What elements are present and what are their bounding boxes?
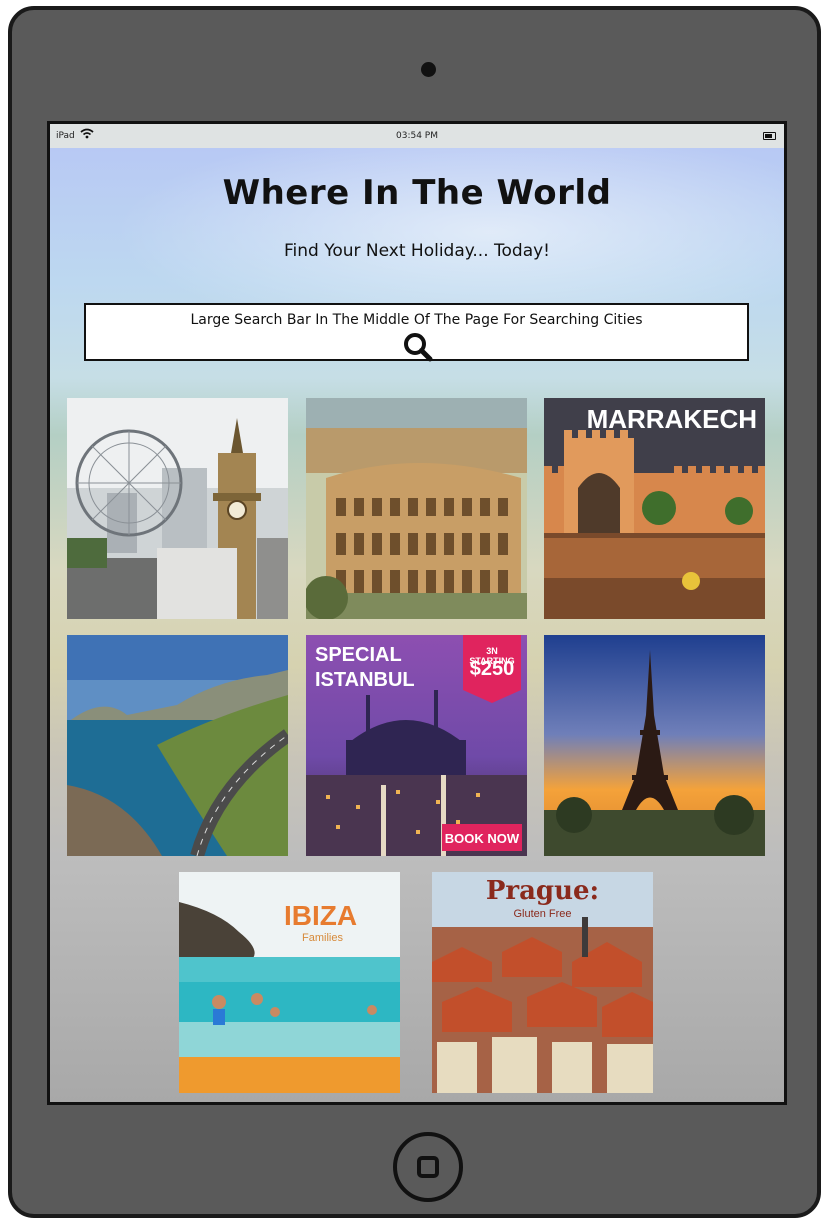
destination-paris[interactable]: [544, 635, 765, 856]
search-placeholder: Large Search Bar In The Middle Of The Pa…: [190, 312, 643, 328]
destination-london[interactable]: [67, 398, 288, 619]
rome-image: [306, 398, 527, 619]
cape-town-image: [67, 635, 288, 856]
istanbul-price: $250: [469, 658, 515, 680]
home-square-icon: [417, 1156, 439, 1178]
battery-icon: [763, 132, 776, 140]
book-now-button[interactable]: BOOK NOW: [442, 831, 522, 846]
screen: iPad 03:54 PM Where In The World Find Yo…: [47, 121, 787, 1105]
home-button[interactable]: [393, 1132, 463, 1202]
destination-ibiza[interactable]: IBIZA Families: [179, 872, 400, 1093]
destination-cape-town[interactable]: [67, 635, 288, 856]
london-image: [67, 398, 288, 619]
prague-subcaption: Gluten Free: [513, 908, 572, 920]
clock: 03:54 PM: [396, 131, 438, 141]
ibiza-subcaption: Families: [302, 932, 343, 944]
istanbul-caption-line2: ISTANBUL: [315, 669, 415, 691]
search-bar[interactable]: Large Search Bar In The Middle Of The Pa…: [84, 303, 749, 362]
destination-marrakech[interactable]: MARRAKECH: [544, 398, 765, 619]
main-content: Where In The World Find Your Next Holida…: [50, 148, 784, 1102]
destination-rome[interactable]: [306, 398, 527, 619]
ibiza-caption: IBIZA: [284, 900, 358, 931]
search-icon[interactable]: [403, 332, 433, 362]
marrakech-caption: MARRAKECH: [586, 404, 757, 434]
page-title: Where In The World: [222, 173, 612, 213]
istanbul-caption: SPECIAL ISTANBUL: [315, 643, 415, 693]
status-bar: iPad 03:54 PM: [50, 124, 784, 148]
destination-istanbul[interactable]: SPECIAL ISTANBUL 3N STARTING $250 BOOK N…: [306, 635, 527, 856]
paris-image: [544, 635, 765, 856]
destination-prague[interactable]: Prague: Gluten Free: [432, 872, 653, 1093]
prague-caption: Prague:: [485, 876, 600, 906]
page-subtitle: Find Your Next Holiday... Today!: [283, 241, 550, 261]
camera-icon: [421, 62, 436, 77]
istanbul-caption-line1: SPECIAL: [315, 644, 402, 666]
